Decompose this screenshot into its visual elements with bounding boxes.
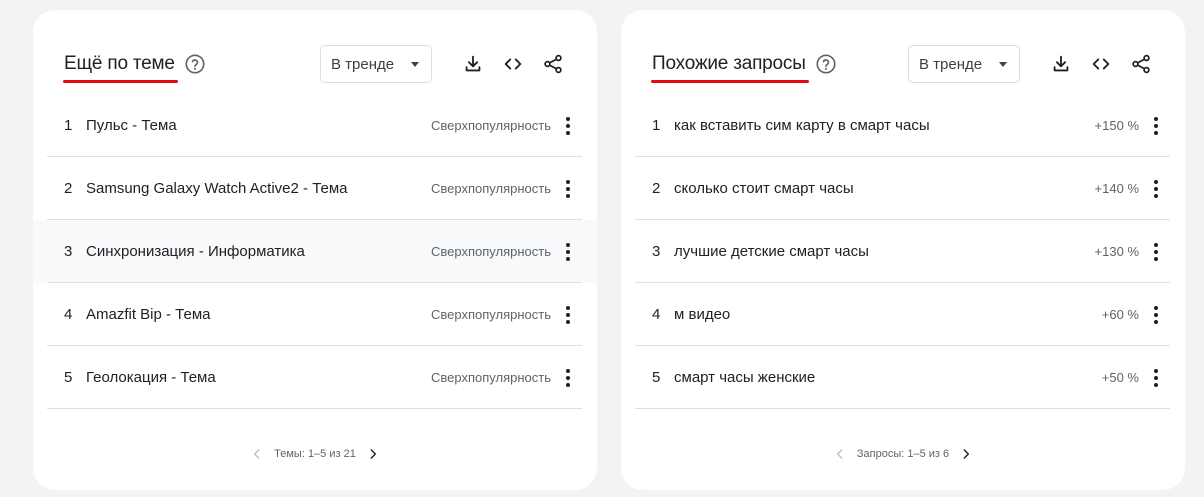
row-rank: 2 (64, 180, 73, 197)
more-vert-icon[interactable] (558, 364, 578, 392)
list-item[interactable]: 1 Пульс - Тема Сверхпопулярность (33, 94, 597, 157)
card-title: Ещё по теме (63, 53, 178, 83)
list-item[interactable]: 3 лучшие детские смарт часы +130 % (621, 220, 1185, 283)
row-value: Сверхпопулярность (431, 244, 551, 259)
dropdown-value: В тренде (919, 55, 983, 73)
row-rank: 5 (652, 369, 661, 386)
chevron-left-icon[interactable] (829, 443, 851, 465)
chevron-right-icon[interactable] (955, 443, 977, 465)
row-divider (47, 408, 582, 409)
row-label[interactable]: Amazfit Bip - Тема (86, 306, 211, 323)
list-item[interactable]: 5 Геолокация - Тема Сверхпопулярность (33, 346, 597, 409)
pagination: Темы: 1–5 из 21 (33, 443, 597, 465)
row-label[interactable]: лучшие детские смарт часы (674, 243, 869, 260)
help-circle-icon[interactable] (184, 53, 206, 75)
row-value: +130 % (1094, 244, 1139, 259)
row-value: +60 % (1101, 307, 1139, 322)
row-label[interactable]: как вставить сим карту в смарт часы (674, 117, 930, 134)
caret-down-icon (411, 61, 419, 67)
row-label[interactable]: м видео (674, 306, 730, 323)
row-divider (635, 408, 1170, 409)
card-controls: В тренде (908, 44, 1155, 84)
more-vert-icon[interactable] (1146, 364, 1166, 392)
code-icon[interactable] (499, 50, 527, 78)
download-icon[interactable] (1047, 50, 1075, 78)
more-vert-icon[interactable] (558, 301, 578, 329)
row-value: +140 % (1094, 181, 1139, 196)
list-item[interactable]: 5 смарт часы женские +50 % (621, 346, 1185, 409)
more-vert-icon[interactable] (558, 175, 578, 203)
share-icon[interactable] (539, 50, 567, 78)
row-value: +150 % (1094, 118, 1139, 133)
more-vert-icon[interactable] (1146, 301, 1166, 329)
more-vert-icon[interactable] (1146, 175, 1166, 203)
more-vert-icon[interactable] (558, 112, 578, 140)
row-label[interactable]: смарт часы женские (674, 369, 815, 386)
pagination: Запросы: 1–5 из 6 (621, 443, 1185, 465)
list-item[interactable]: 2 сколько стоит смарт часы +140 % (621, 157, 1185, 220)
pagination-text: Запросы: 1–5 из 6 (856, 448, 950, 460)
row-value: +50 % (1101, 370, 1139, 385)
row-rank: 3 (652, 243, 661, 260)
row-value: Сверхпопулярность (431, 370, 551, 385)
card-title: Похожие запросы (651, 53, 809, 83)
card-controls: В тренде (320, 44, 567, 84)
row-rank: 2 (652, 180, 661, 197)
chevron-right-icon[interactable] (362, 443, 384, 465)
row-value: Сверхпопулярность (431, 181, 551, 196)
row-label[interactable]: Геолокация - Тема (86, 369, 216, 386)
related-queries-card: Похожие запросы В тренде 1 как вставить … (621, 10, 1185, 490)
code-icon[interactable] (1087, 50, 1115, 78)
queries-list: 1 как вставить сим карту в смарт часы +1… (621, 94, 1185, 409)
list-item[interactable]: 4 м видео +60 % (621, 283, 1185, 346)
list-item[interactable]: 3 Синхронизация - Информатика Сверхпопул… (33, 220, 597, 283)
row-label[interactable]: сколько стоит смарт часы (674, 180, 854, 197)
download-icon[interactable] (459, 50, 487, 78)
pagination-text: Темы: 1–5 из 21 (274, 448, 356, 460)
share-icon[interactable] (1127, 50, 1155, 78)
row-label[interactable]: Пульс - Тема (86, 117, 177, 134)
more-vert-icon[interactable] (558, 238, 578, 266)
title-underline (651, 80, 809, 83)
related-topics-card: Ещё по теме В тренде 1 Пульс - Тема Свер… (33, 10, 597, 490)
row-value: Сверхпопулярность (431, 118, 551, 133)
list-item[interactable]: 1 как вставить сим карту в смарт часы +1… (621, 94, 1185, 157)
card-title-text: Ещё по теме (64, 53, 175, 74)
title-wrap: Ещё по теме (63, 44, 206, 84)
list-item[interactable]: 4 Amazfit Bip - Тема Сверхпопулярность (33, 283, 597, 346)
card-title-text: Похожие запросы (652, 53, 806, 74)
title-wrap: Похожие запросы (651, 44, 837, 84)
title-underline (63, 80, 178, 83)
card-header: Ещё по теме В тренде (33, 44, 597, 84)
row-label[interactable]: Синхронизация - Информатика (86, 243, 305, 260)
row-rank: 4 (64, 306, 73, 323)
caret-down-icon (999, 61, 1007, 67)
chevron-left-icon[interactable] (246, 443, 268, 465)
topics-list: 1 Пульс - Тема Сверхпопулярность 2 Samsu… (33, 94, 597, 409)
row-rank: 5 (64, 369, 73, 386)
row-rank: 1 (64, 117, 73, 134)
dropdown-value: В тренде (331, 55, 395, 73)
row-value: Сверхпопулярность (431, 307, 551, 322)
row-rank: 4 (652, 306, 661, 323)
help-circle-icon[interactable] (815, 53, 837, 75)
trend-filter-dropdown[interactable]: В тренде (908, 45, 1020, 83)
row-rank: 1 (652, 117, 661, 134)
trend-filter-dropdown[interactable]: В тренде (320, 45, 432, 83)
row-rank: 3 (64, 243, 73, 260)
list-item[interactable]: 2 Samsung Galaxy Watch Active2 - Тема Св… (33, 157, 597, 220)
more-vert-icon[interactable] (1146, 112, 1166, 140)
card-header: Похожие запросы В тренде (621, 44, 1185, 84)
row-label[interactable]: Samsung Galaxy Watch Active2 - Тема (86, 180, 348, 197)
more-vert-icon[interactable] (1146, 238, 1166, 266)
